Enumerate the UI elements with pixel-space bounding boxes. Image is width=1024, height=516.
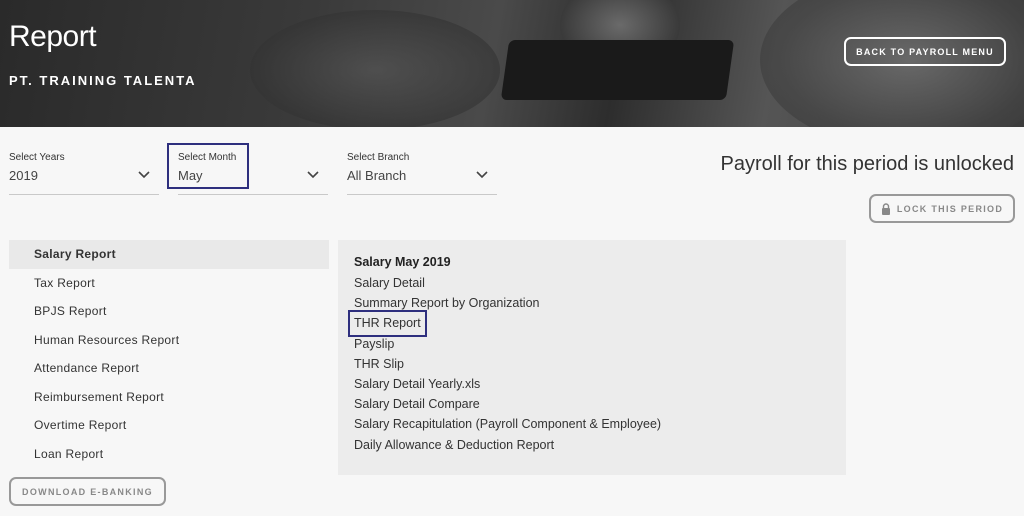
report-link-salary-detail-yearly[interactable]: Salary Detail Yearly.xls [354, 374, 480, 394]
sidebar-item-human-resources-report[interactable]: Human Resources Report [9, 326, 329, 355]
sidebar-item-overtime-report[interactable]: Overtime Report [9, 411, 329, 440]
report-link-salary-detail-compare[interactable]: Salary Detail Compare [354, 394, 480, 414]
lock-status-text: Payroll for this period is unlocked [720, 153, 1014, 175]
company-name: PT. TRAINING TALENTA [9, 73, 197, 88]
panel-title: Salary May 2019 [354, 255, 451, 269]
lock-icon [881, 202, 890, 215]
sidebar-item-reimbursement-report[interactable]: Reimbursement Report [9, 383, 329, 412]
chevron-down-icon [307, 171, 319, 179]
chevron-down-icon [476, 171, 488, 179]
banner-decoration [250, 10, 500, 127]
lock-period-label: LOCK THIS PERIOD [896, 203, 1004, 214]
select-years-dropdown[interactable]: Select Years 2019 [9, 150, 159, 195]
chevron-down-icon [138, 171, 150, 179]
report-link-salary-recapitulation[interactable]: Salary Recapitulation (Payroll Component… [354, 414, 661, 434]
report-panel: Salary May 2019 Salary Detail Summary Re… [338, 240, 846, 475]
report-link-daily-allowance-deduction[interactable]: Daily Allowance & Deduction Report [354, 435, 554, 455]
report-link-salary-detail[interactable]: Salary Detail [354, 273, 425, 293]
sidebar-item-bpjs-report[interactable]: BPJS Report [9, 297, 329, 326]
sidebar-item-tax-report[interactable]: Tax Report [9, 269, 329, 298]
banner-decoration [500, 40, 735, 100]
report-link-list: Salary Detail Summary Report by Organiza… [348, 273, 661, 455]
download-e-banking-button[interactable]: DOWNLOAD E-BANKING [9, 477, 166, 506]
report-sidebar: Salary Report Tax Report BPJS Report Hum… [9, 240, 329, 468]
header-banner: Report PT. TRAINING TALENTA BACK TO PAYR… [0, 0, 1024, 127]
page-title: Report [9, 20, 97, 53]
sidebar-item-attendance-report[interactable]: Attendance Report [9, 354, 329, 383]
report-link-thr-report[interactable]: THR Report [348, 310, 427, 337]
select-branch-dropdown[interactable]: Select Branch All Branch [347, 150, 497, 195]
select-years-label: Select Years [9, 152, 65, 163]
sidebar-item-loan-report[interactable]: Loan Report [9, 440, 329, 469]
back-to-payroll-menu-button[interactable]: BACK TO PAYROLL MENU [844, 37, 1006, 66]
select-years-value: 2019 [9, 168, 38, 183]
select-branch-label: Select Branch [347, 152, 410, 163]
report-link-payslip[interactable]: Payslip [354, 334, 394, 354]
report-link-thr-slip[interactable]: THR Slip [354, 354, 404, 374]
highlight-box [167, 143, 249, 189]
select-branch-value: All Branch [347, 168, 407, 183]
sidebar-item-salary-report[interactable]: Salary Report [9, 240, 329, 269]
lock-period-button[interactable]: LOCK THIS PERIOD [869, 194, 1015, 223]
